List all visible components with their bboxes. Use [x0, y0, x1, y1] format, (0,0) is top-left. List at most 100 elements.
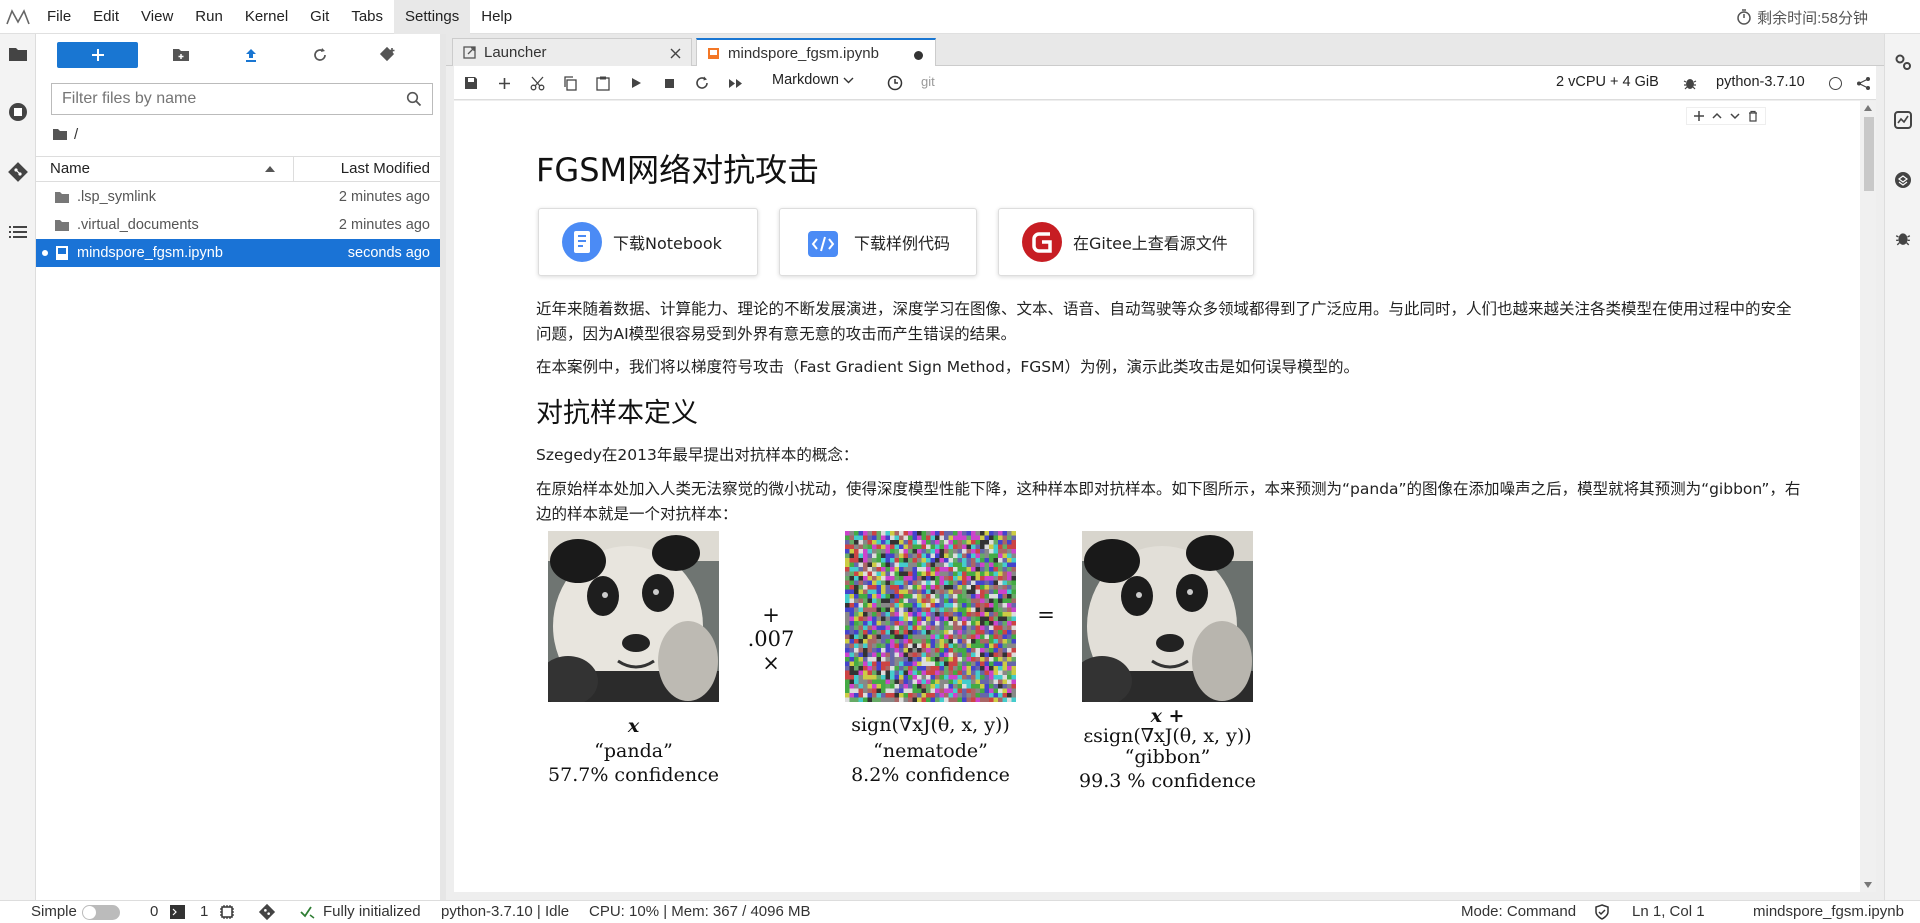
file-name: .lsp_symlink [77, 189, 156, 205]
git-label[interactable]: git [921, 74, 935, 89]
document-area: Launcher mindspore_fgsm.ipynb Markdown g… [446, 34, 1884, 900]
simple-mode-toggle[interactable] [82, 905, 120, 920]
toggle-knob-icon [83, 906, 96, 919]
menu-help[interactable]: Help [470, 0, 523, 34]
property-inspector-icon[interactable] [1889, 48, 1917, 76]
szegedy-paragraph: Szegedy在2013年最早提出对抗样本的概念： [536, 446, 859, 464]
file-row[interactable]: .lsp_symlink 2 minutes ago [36, 183, 440, 211]
view-on-gitee-label: 在Gitee上查看源文件 [1073, 234, 1228, 253]
notebook-mode: Mode: Command [1461, 903, 1577, 920]
file-browser-toolbar [36, 34, 440, 76]
home-folder-icon[interactable] [52, 128, 68, 141]
notebook-scrollbar[interactable] [1860, 101, 1876, 892]
file-row[interactable]: .virtual_documents 2 minutes ago [36, 211, 440, 239]
breadcrumb-root[interactable]: / [74, 126, 78, 143]
cell-type-dropdown[interactable]: Markdown [772, 72, 854, 88]
refresh-button[interactable] [308, 43, 332, 67]
kernel-name[interactable]: python-3.7.10 [1716, 74, 1805, 90]
restart-button[interactable] [691, 72, 713, 94]
cursor-position[interactable]: Ln 1, Col 1 [1632, 901, 1705, 923]
tab-launcher-label: Launcher [484, 44, 547, 61]
menu-edit[interactable]: Edit [82, 0, 130, 34]
git-icon[interactable] [4, 158, 32, 186]
menu-kernel[interactable]: Kernel [234, 0, 299, 34]
close-icon[interactable] [670, 48, 681, 59]
folder-icon[interactable] [4, 40, 32, 68]
run-icon [631, 78, 641, 88]
noise-label: sign(∇xJ(θ, x, y)) [851, 714, 1010, 736]
git-status-icon[interactable] [258, 903, 276, 921]
modified-column-header[interactable]: Last Modified [294, 157, 440, 181]
file-filter-input[interactable] [62, 90, 406, 108]
scroll-up-icon[interactable] [1864, 105, 1872, 111]
menu-tabs[interactable]: Tabs [340, 0, 394, 34]
extension-manager-icon[interactable] [1889, 166, 1917, 194]
insert-cell-button[interactable] [493, 72, 515, 94]
cell-type-value: Markdown [772, 72, 839, 88]
debugger-panel-icon[interactable] [1889, 224, 1917, 252]
terminal-count[interactable]: 0 [150, 901, 158, 923]
cut-button[interactable] [526, 72, 548, 94]
add-cell-icon[interactable] [1693, 110, 1705, 122]
menu-run[interactable]: Run [184, 0, 234, 34]
nematode-confidence: 8.2% confidence [851, 764, 1010, 786]
nematode-name: “nematode” [873, 740, 988, 762]
run-button[interactable] [625, 72, 647, 94]
new-folder-button[interactable] [169, 43, 193, 67]
kernel-status[interactable]: python-3.7.10 | Idle [441, 901, 569, 923]
restart-run-all-button[interactable] [724, 72, 746, 94]
intro-line-2: 问题，因为AI模型很容易受到外界有意无意的攻击而产生错误的结果。 [536, 325, 1017, 343]
launcher-icon [463, 46, 476, 59]
move-up-icon[interactable] [1711, 110, 1723, 122]
tab-notebook[interactable]: mindspore_fgsm.ipynb [696, 38, 936, 67]
scrollbar-thumb[interactable] [1864, 117, 1874, 191]
notebook-download-icon [562, 222, 602, 262]
right-sidebar [1884, 34, 1920, 900]
menu-settings[interactable]: Settings [394, 0, 471, 34]
tab-launcher[interactable]: Launcher [452, 38, 692, 66]
scroll-down-icon[interactable] [1864, 882, 1872, 888]
paste-button[interactable] [592, 72, 614, 94]
breadcrumb: / [52, 126, 78, 143]
file-row-selected[interactable]: mindspore_fgsm.ipynb seconds ago [36, 239, 440, 267]
copy-button[interactable] [559, 72, 581, 94]
running-dot-icon [42, 250, 48, 256]
debugger-button[interactable] [1679, 72, 1701, 94]
download-code-button[interactable]: 下载样例代码 [779, 208, 977, 276]
menu-file[interactable]: File [36, 0, 82, 34]
running-sessions-icon[interactable] [4, 98, 32, 126]
stopwatch-icon [1737, 9, 1751, 25]
download-notebook-button[interactable]: 下载Notebook [538, 208, 758, 276]
trusted-shield-icon[interactable] [1594, 904, 1610, 920]
gibbon-adversarial-image [1082, 531, 1253, 702]
new-launcher-button[interactable] [57, 42, 138, 68]
kernel-icon[interactable] [219, 904, 235, 920]
panda-image [548, 531, 719, 702]
name-column-header[interactable]: Name [36, 157, 294, 181]
sort-ascending-icon [265, 166, 275, 172]
menu-git[interactable]: Git [299, 0, 340, 34]
interrupt-button[interactable] [658, 72, 680, 94]
table-of-contents-icon[interactable] [4, 218, 32, 246]
kernel-count[interactable]: 1 [200, 901, 208, 923]
move-down-icon[interactable] [1729, 110, 1741, 122]
share-button[interactable] [1852, 72, 1874, 94]
unsaved-dot-icon[interactable] [914, 51, 923, 60]
bug-icon [1683, 79, 1697, 90]
lsp-status[interactable]: Fully initialized [323, 901, 421, 923]
delete-icon[interactable] [1747, 110, 1759, 122]
view-on-gitee-button[interactable]: 在Gitee上查看源文件 [998, 208, 1254, 276]
download-notebook-label: 下载Notebook [613, 234, 722, 253]
resource-indicator: 2 vCPU + 4 GiB [1556, 74, 1659, 90]
terminal-icon[interactable] [170, 905, 185, 919]
history-button[interactable] [884, 72, 906, 94]
upload-button[interactable] [239, 43, 263, 67]
save-button[interactable] [460, 72, 482, 94]
resource-monitor-icon[interactable] [1889, 106, 1917, 134]
file-modified: 2 minutes ago [338, 189, 430, 205]
lsp-check-icon[interactable] [300, 905, 316, 919]
git-clone-button[interactable] [376, 43, 400, 67]
left-sidebar [0, 34, 36, 900]
file-filter-box[interactable] [51, 83, 433, 115]
menu-view[interactable]: View [130, 0, 184, 34]
